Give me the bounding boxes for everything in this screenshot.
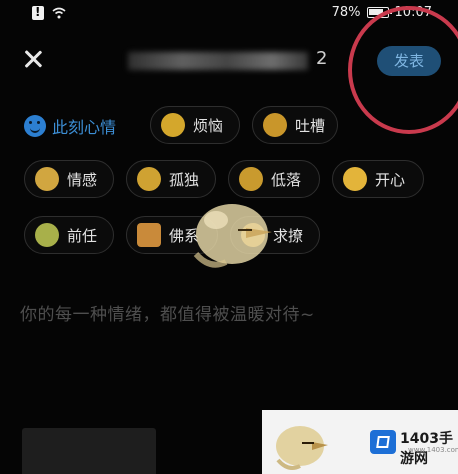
battery-percent: 78% xyxy=(331,5,361,20)
prompt-placeholder[interactable]: 你的每一种情绪，都值得被温暖对待~ xyxy=(20,300,315,325)
chip-label: 求撩 xyxy=(273,226,304,245)
chip-label: 前任 xyxy=(67,226,98,245)
media-thumbnail[interactable] xyxy=(22,428,156,474)
watermark: 1403手游网 www.1403.com xyxy=(262,410,458,474)
publish-button[interactable]: 发表 xyxy=(377,46,441,76)
mood-chip-emotion[interactable]: 情感 xyxy=(24,160,114,198)
down-emoji-icon xyxy=(239,167,263,191)
zen-emoji-icon xyxy=(137,223,161,247)
close-icon[interactable] xyxy=(22,48,44,70)
annoyed-emoji-icon xyxy=(161,113,185,137)
chip-label: 烦恼 xyxy=(193,116,224,135)
mood-chip-happy[interactable]: 开心 xyxy=(332,160,424,198)
status-right: 78% 10:07 xyxy=(332,5,432,20)
mood-header-label: 此刻心情 xyxy=(52,118,117,137)
wifi-icon xyxy=(52,7,66,19)
bird-logo-icon xyxy=(276,426,328,470)
watermark-url: www.1403.com xyxy=(408,446,458,454)
mood-chip-complain[interactable]: 吐槽 xyxy=(252,106,338,144)
clock: 10:07 xyxy=(394,5,432,20)
chip-label: 佛系 xyxy=(169,226,200,245)
chip-label: 开心 xyxy=(375,170,406,189)
notification-icon xyxy=(32,5,44,20)
mood-chip-down[interactable]: 低落 xyxy=(228,160,320,198)
mood-chip-zen[interactable]: 佛系 xyxy=(126,216,218,254)
mood-chip-flirt[interactable]: 求撩 xyxy=(230,216,320,254)
mood-chip-lonely[interactable]: 孤独 xyxy=(126,160,216,198)
ex-emoji-icon xyxy=(35,223,59,247)
mood-header[interactable]: 此刻心情 xyxy=(24,114,116,138)
happy-emoji-icon xyxy=(343,167,367,191)
status-left xyxy=(32,5,66,20)
mood-chip-annoyed[interactable]: 烦恼 xyxy=(150,106,240,144)
status-bar: 78% 10:07 xyxy=(0,0,458,30)
title-suffix: 2 xyxy=(316,48,328,69)
complain-emoji-icon xyxy=(263,113,287,137)
lonely-emoji-icon xyxy=(137,167,161,191)
battery-icon xyxy=(366,7,392,18)
site-logo-icon xyxy=(370,430,396,454)
chip-label: 情感 xyxy=(67,170,98,189)
blurred-title xyxy=(128,52,308,70)
smile-icon xyxy=(24,115,46,137)
chip-label: 低落 xyxy=(271,170,302,189)
flirt-emoji-icon xyxy=(241,223,265,247)
chip-label: 孤独 xyxy=(169,170,200,189)
mood-chip-ex[interactable]: 前任 xyxy=(24,216,114,254)
chip-label: 吐槽 xyxy=(295,116,326,135)
emotion-emoji-icon xyxy=(35,167,59,191)
